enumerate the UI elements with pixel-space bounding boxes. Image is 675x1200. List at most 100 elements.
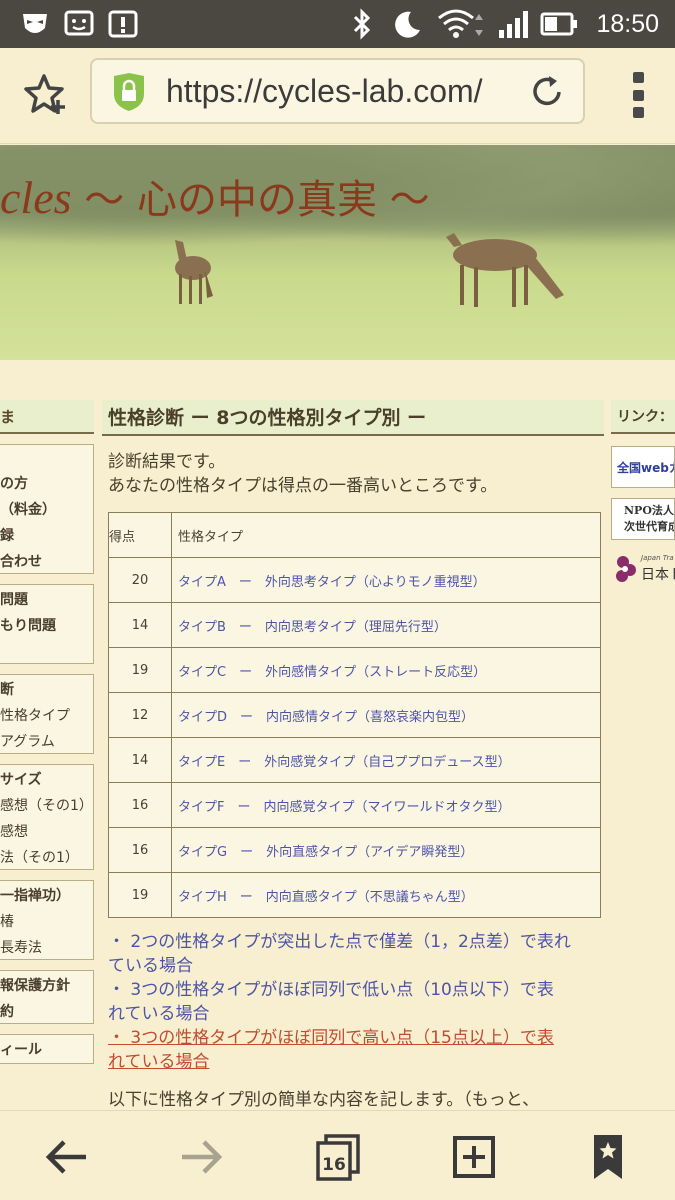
score-cell: 16 xyxy=(108,827,172,873)
status-bar: 18:50 xyxy=(0,0,675,48)
overflow-menu-button[interactable] xyxy=(633,72,645,118)
table-row: 14 タイプB ー 内向思考タイプ（理屈先行型） xyxy=(108,602,601,648)
score-cell: 19 xyxy=(108,647,172,693)
new-tab-plus-icon xyxy=(453,1136,495,1178)
score-cell: 12 xyxy=(108,692,172,738)
table-header-row: 得点 性格タイプ xyxy=(108,512,601,558)
browser-toolbar: https://cycles-lab.com/ xyxy=(0,48,675,144)
score-cell: 19 xyxy=(108,872,172,918)
banner-link-webcounsel[interactable]: 全国webカ xyxy=(611,446,675,488)
tab-count: 16 xyxy=(322,1155,346,1175)
deer-photo-left xyxy=(175,240,213,304)
bullet-link[interactable]: ・ 2つの性格タイプが突出した点で僅差（1，2点差）で表れ ている場合 xyxy=(108,930,604,978)
back-arrow-icon xyxy=(45,1140,86,1174)
bookmark-star-button[interactable] xyxy=(22,70,70,118)
sidebar-item[interactable]: 感想 xyxy=(0,819,93,845)
reload-icon xyxy=(533,76,561,106)
table-row: 16 タイプF ー 内向感覚タイプ（マイワールドオタク型） xyxy=(108,782,601,828)
outro-text: 以下に性格タイプ別の簡単な内容を記します。（もっと、 xyxy=(108,1090,540,1110)
sidebar-item[interactable]: 性格タイプ xyxy=(0,703,93,729)
sidebar-item[interactable]: 長寿法 xyxy=(0,935,93,961)
sidebar-item[interactable]: 椿 xyxy=(0,909,93,935)
results-table: 得点 性格タイプ 20 タイプA ー 外向思考タイプ（心よりモノ重視型） 14 タイ… xyxy=(108,512,601,918)
sidebar-menu-box: 一指禅功） 椿 長寿法 xyxy=(0,880,94,960)
sidebar-menu-box: サイズ 感想（その1） 感想 法（その1） xyxy=(0,764,94,870)
new-tab-button[interactable] xyxy=(450,1133,498,1181)
sidebar-item[interactable]: 合わせ xyxy=(0,549,93,575)
links-heading: リンク： xyxy=(611,400,675,434)
table-row: 19 タイプC ー 外向感情タイプ（ストレート反応型） xyxy=(108,647,601,693)
bookmark-ribbon-icon xyxy=(594,1135,622,1179)
score-cell: 20 xyxy=(108,557,172,603)
address-bar[interactable]: https://cycles-lab.com/ xyxy=(90,58,585,124)
sidebar-item[interactable]: 断 xyxy=(0,677,93,703)
incognito-mask-icon xyxy=(18,8,52,40)
bookmarks-button[interactable] xyxy=(584,1133,632,1181)
flower-logo-icon xyxy=(616,556,636,582)
score-cell: 16 xyxy=(108,782,172,828)
back-button[interactable] xyxy=(42,1133,90,1181)
battery-icon xyxy=(540,8,580,40)
sidebar-item[interactable]: 約 xyxy=(0,999,93,1025)
alert-notification-icon xyxy=(106,8,140,40)
bluetooth-icon xyxy=(348,8,376,40)
table-row: 14 タイプE ー 外向感覚タイプ（自己ププロデュース型） xyxy=(108,737,601,783)
sidebar-item[interactable]: サイズ xyxy=(0,767,93,793)
type-link[interactable]: タイプE ー 外向感覚タイプ（自己ププロデュース型） xyxy=(171,737,601,783)
cell-signal-icon xyxy=(496,8,534,40)
sidebar-menu-box: 報保護方針 約 xyxy=(0,970,94,1024)
sidebar-item[interactable]: アグラム xyxy=(0,729,93,755)
page-title: 性格診断 ー 8つの性格別タイプ別 ー xyxy=(102,400,604,436)
sidebar-item[interactable]: 問題 xyxy=(0,587,93,613)
sidebar-item[interactable]: 報保護方針 xyxy=(0,973,93,999)
reload-button[interactable] xyxy=(529,74,565,110)
tabs-stack-icon: 16 xyxy=(316,1134,360,1181)
banner-link-japan-tra[interactable]: Japan Tra 日本トラ xyxy=(611,550,675,590)
forward-button[interactable] xyxy=(178,1133,226,1181)
left-sidebar: ま の方 （料金） 録 合わせ 問題 もり問題 断 性格タイプ アグラム サイズ… xyxy=(0,400,94,1074)
sidebar-menu-box: 断 性格タイプ アグラム xyxy=(0,674,94,754)
sidebar-item[interactable]: 感想（その1） xyxy=(0,793,93,819)
do-not-disturb-moon-icon xyxy=(390,8,424,40)
type-link[interactable]: タイプH ー 内向直感タイプ（不思議ちゃん型） xyxy=(171,872,601,918)
score-cell: 14 xyxy=(108,737,172,783)
browser-bottom-nav: 16 xyxy=(0,1110,675,1200)
left-sidebar-heading: ま xyxy=(0,400,94,434)
site-header-banner: cles ～ 心の中の真実 ～ xyxy=(0,145,675,360)
sidebar-item[interactable]: ィール xyxy=(0,1037,93,1063)
type-link[interactable]: タイプG ー 外向直感タイプ（アイデア瞬発型） xyxy=(171,827,601,873)
column-header-type: 性格タイプ xyxy=(171,512,601,558)
table-row: 12 タイプD ー 内向感情タイプ（喜怒哀楽内包型） xyxy=(108,692,601,738)
sidebar-item[interactable]: もり問題 xyxy=(0,613,93,639)
secure-lock-icon xyxy=(110,72,148,112)
right-sidebar: リンク： 全国webカ NPO法人 次世代育成 Japan Tra 日本トラ xyxy=(611,400,675,590)
table-row: 16 タイプG ー 外向直感タイプ（アイデア瞬発型） xyxy=(108,827,601,873)
intro-text: 診断結果です。 あなたの性格タイプは得点の一番高いところです。 xyxy=(108,452,498,496)
sidebar-item[interactable]: （料金） xyxy=(0,497,93,523)
table-row: 19 タイプH ー 内向直感タイプ（不思議ちゃん型） xyxy=(108,872,601,918)
site-title[interactable]: cles ～ 心の中の真実 ～ xyxy=(0,167,430,225)
sidebar-item[interactable]: 法（その1） xyxy=(0,845,93,871)
type-link[interactable]: タイプC ー 外向感情タイプ（ストレート反応型） xyxy=(171,647,601,693)
sidebar-menu-box: 問題 もり問題 xyxy=(0,584,94,664)
forward-arrow-icon xyxy=(182,1140,223,1174)
star-plus-icon xyxy=(24,74,65,114)
sidebar-item[interactable]: の方 xyxy=(0,471,93,497)
table-row: 20 タイプA ー 外向思考タイプ（心よりモノ重視型） xyxy=(108,557,601,603)
score-cell: 14 xyxy=(108,602,172,648)
banner-link-npo[interactable]: NPO法人 次世代育成 xyxy=(611,498,675,540)
type-link[interactable]: タイプA ー 外向思考タイプ（心よりモノ重視型） xyxy=(171,557,601,603)
type-link[interactable]: タイプB ー 内向思考タイプ（理屈先行型） xyxy=(171,602,601,648)
main-content: 性格診断 ー 8つの性格別タイプ別 ー 診断結果です。 あなたの性格タイプは得点… xyxy=(102,400,604,1112)
sidebar-item[interactable]: 録 xyxy=(0,523,93,549)
type-link[interactable]: タイプF ー 内向感覚タイプ（マイワールドオタク型） xyxy=(171,782,601,828)
tabs-button[interactable]: 16 xyxy=(314,1133,362,1181)
url-text[interactable]: https://cycles-lab.com/ xyxy=(166,60,534,122)
bullet-link[interactable]: ・ 3つの性格タイプがほぼ同列で低い点（10点以下）で表 れている場合 xyxy=(108,978,604,1026)
type-link[interactable]: タイプD ー 内向感情タイプ（喜怒哀楽内包型） xyxy=(171,692,601,738)
bullet-link-visited[interactable]: ・ 3つの性格タイプがほぼ同列で高い点（15点以上）で表 れている場合 xyxy=(108,1026,604,1074)
deer-photo-right xyxy=(446,233,564,307)
smiley-notification-icon xyxy=(62,8,96,40)
sidebar-item[interactable]: 一指禅功） xyxy=(0,883,93,909)
column-header-score: 得点 xyxy=(108,512,172,558)
